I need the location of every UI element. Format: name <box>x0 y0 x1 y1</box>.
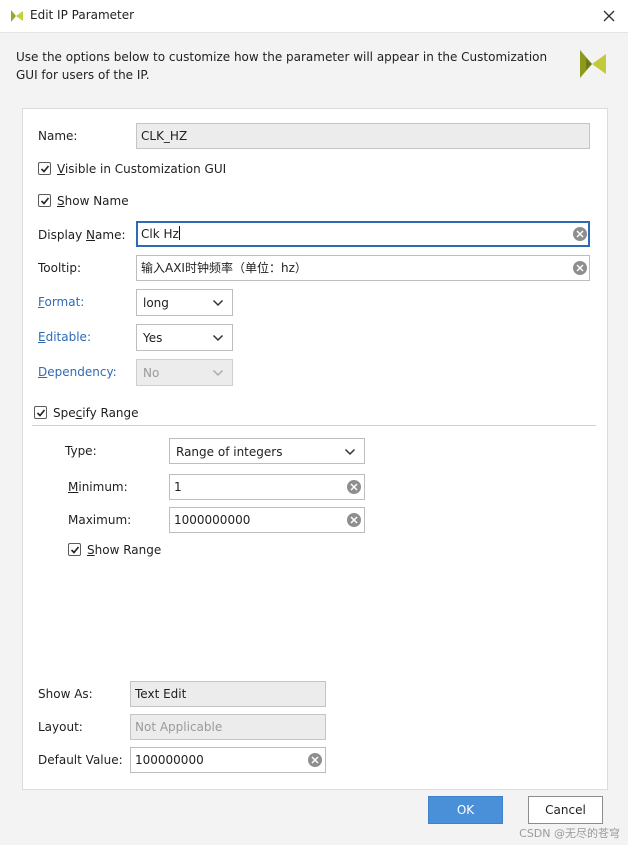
maximum-input[interactable]: 1000000000 <box>169 507 365 533</box>
minimum-label: Minimum: <box>68 480 128 494</box>
display-name-input[interactable]: Clk Hz <box>136 221 590 247</box>
tooltip-input[interactable]: 输入AXI时钟频率（单位：hz） <box>136 255 590 281</box>
specify-range-label: Specify Range <box>53 406 139 420</box>
intro-text: Use the options below to customize how t… <box>16 50 548 82</box>
checkmark-icon <box>40 196 49 205</box>
dependency-value: No <box>143 366 160 380</box>
checkmark-icon <box>70 545 79 554</box>
format-select[interactable]: long <box>136 289 233 316</box>
specify-range-checkbox[interactable] <box>34 406 47 419</box>
editable-label[interactable]: Editable: <box>38 329 91 345</box>
clear-default-value-icon[interactable] <box>308 753 322 767</box>
chevron-down-icon <box>344 448 356 456</box>
show-name-label: Show Name <box>57 194 129 208</box>
clear-minimum-icon[interactable] <box>347 480 361 494</box>
clear-tooltip-icon[interactable] <box>573 261 587 275</box>
tooltip-label: Tooltip: <box>38 261 82 275</box>
chevron-down-icon <box>212 334 224 342</box>
range-type-select[interactable]: Range of integers <box>169 438 365 464</box>
checkmark-icon <box>36 408 45 417</box>
window-title: Edit IP Parameter <box>30 8 135 22</box>
show-as-field: Text Edit <box>130 681 326 707</box>
layout-label: Layout: <box>38 720 83 734</box>
default-value-label: Default Value: <box>38 753 123 767</box>
editable-select[interactable]: Yes <box>136 324 233 351</box>
range-type-value: Range of integers <box>176 445 283 459</box>
range-type-label: Type: <box>65 444 97 458</box>
close-button[interactable] <box>596 4 622 28</box>
range-separator <box>32 425 596 426</box>
show-range-checkbox[interactable] <box>68 543 81 556</box>
watermark: CSDN @无尽的苍穹 <box>519 827 620 840</box>
visible-in-gui-checkbox[interactable] <box>38 162 51 175</box>
ok-button[interactable]: OK <box>428 796 503 824</box>
editable-value: Yes <box>143 331 163 345</box>
title-bar: Edit IP Parameter <box>0 0 628 33</box>
chevron-down-icon <box>212 369 224 377</box>
vivado-brand-icon <box>580 50 606 78</box>
clear-maximum-icon[interactable] <box>347 513 361 527</box>
name-field: CLK_HZ <box>136 123 590 149</box>
display-name-label: Display Name: <box>38 228 126 242</box>
name-label: Name: <box>38 129 78 143</box>
visible-in-gui-label: Visible in Customization GUI <box>57 162 227 176</box>
clear-display-name-icon[interactable] <box>573 227 587 241</box>
default-value-input[interactable]: 100000000 <box>130 747 326 773</box>
display-name-value: Clk Hz <box>141 227 179 241</box>
close-icon <box>603 10 615 22</box>
format-value: long <box>143 296 169 310</box>
minimum-input[interactable]: 1 <box>169 474 365 500</box>
format-label[interactable]: Format: <box>38 294 84 310</box>
dependency-label[interactable]: Dependency: <box>38 364 117 380</box>
cancel-button[interactable]: Cancel <box>528 796 603 824</box>
show-name-checkbox[interactable] <box>38 194 51 207</box>
dependency-select: No <box>136 359 233 386</box>
chevron-down-icon <box>212 299 224 307</box>
checkmark-icon <box>40 164 49 173</box>
show-as-label: Show As: <box>38 687 93 701</box>
maximum-label: Maximum: <box>68 513 132 527</box>
vivado-logo-icon <box>11 10 23 22</box>
text-cursor <box>178 226 180 240</box>
layout-field: Not Applicable <box>130 714 326 740</box>
show-range-label: Show Range <box>87 543 162 557</box>
